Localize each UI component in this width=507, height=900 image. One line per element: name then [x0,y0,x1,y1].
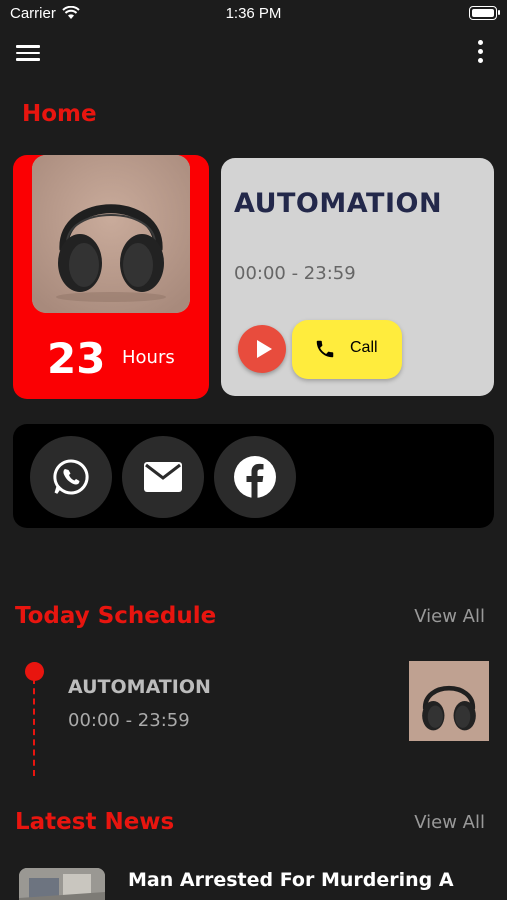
phone-icon [316,340,334,358]
battery-icon [469,6,500,20]
clock: 1:36 PM [225,5,282,22]
program-title: AUTOMATION [234,188,443,219]
news-item-title: Man Arrested For Murdering A [128,869,454,891]
facebook-icon [234,456,276,498]
whatsapp-icon [53,459,89,495]
call-button[interactable]: Call [292,320,402,379]
program-time: 00:00 - 23:59 [234,263,356,284]
play-button[interactable] [238,325,286,373]
mail-icon [144,462,182,492]
news-item-thumbnail [19,868,105,900]
email-button[interactable] [122,436,204,518]
facebook-button[interactable] [214,436,296,518]
page-title: Home [22,101,97,127]
hamburger-icon[interactable] [16,42,40,62]
more-vertical-icon[interactable] [473,40,487,66]
hours-card[interactable]: 23 Hours [13,155,209,399]
social-links [13,424,494,528]
whatsapp-button[interactable] [30,436,112,518]
schedule-item-time: 00:00 - 23:59 [68,710,190,731]
headphones-photo [32,155,190,313]
hours-label: Hours [122,347,175,368]
news-view-all-link[interactable]: View All [414,812,485,833]
program-card[interactable]: AUTOMATION 00:00 - 23:59 Call [221,158,494,396]
hours-value: 23 [47,334,106,383]
schedule-view-all-link[interactable]: View All [414,606,485,627]
schedule-section-title: Today Schedule [15,603,217,629]
timeline-line [33,678,35,776]
call-label: Call [350,339,378,356]
schedule-item-thumbnail [409,661,489,741]
news-section-title: Latest News [15,809,175,835]
schedule-item-title: AUTOMATION [68,676,211,698]
status-bar: Carrier 1:36 PM [0,0,507,28]
